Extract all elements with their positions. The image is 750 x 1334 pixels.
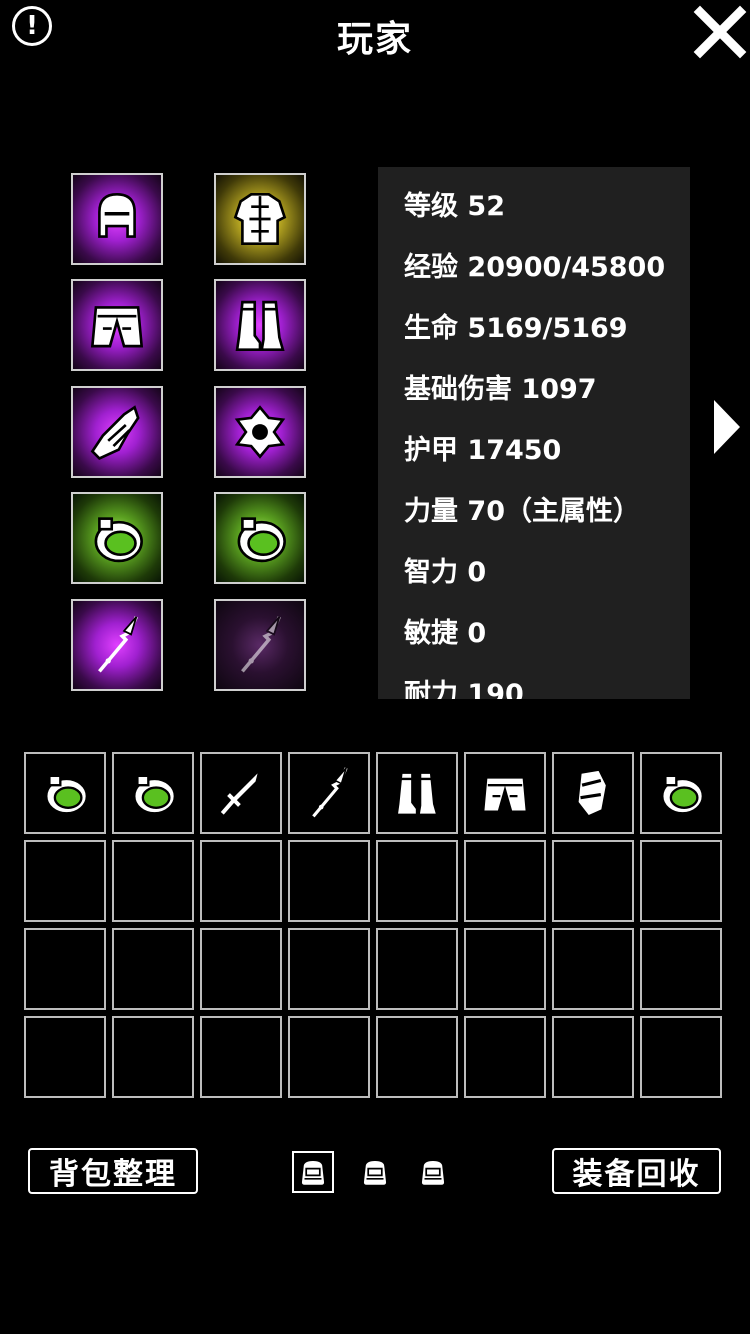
equip-slot-amulet[interactable] <box>214 386 306 478</box>
stats-panel: 等级 52 经验 20900/45800 生命 5169/5169 基础伤害 1… <box>378 167 690 699</box>
pants-icon <box>481 776 529 813</box>
bag-tab-1[interactable] <box>292 1151 334 1193</box>
backpack-icon <box>420 1159 446 1187</box>
ring-icon <box>661 774 705 815</box>
inventory-slot-empty[interactable] <box>200 928 282 1010</box>
page-title: 玩家 <box>336 19 413 60</box>
inventory-slot[interactable] <box>112 752 194 834</box>
inventory-slot[interactable] <box>200 752 282 834</box>
inventory-slot-empty[interactable] <box>200 840 282 922</box>
equip-slot-gloves[interactable] <box>71 386 163 478</box>
inventory-slot-empty[interactable] <box>200 1016 282 1098</box>
stat-base-damage: 基础伤害 1097 <box>404 374 597 405</box>
inventory-slot[interactable] <box>24 752 106 834</box>
equip-slot-boots[interactable] <box>214 279 306 371</box>
inventory-slot-empty[interactable] <box>552 840 634 922</box>
inventory-slot-empty[interactable] <box>640 840 722 922</box>
inventory-slot-empty[interactable] <box>376 840 458 922</box>
ring-icon <box>237 517 286 563</box>
stat-agility: 敏捷 0 <box>404 618 487 649</box>
inventory-slot-empty[interactable] <box>24 840 106 922</box>
inventory-grid <box>24 752 724 1102</box>
stat-level: 等级 52 <box>404 191 505 222</box>
next-page-button[interactable] <box>712 398 742 456</box>
inventory-slot[interactable] <box>464 752 546 834</box>
arrow-right-icon <box>714 400 740 454</box>
stat-armor: 护甲 17450 <box>404 435 562 466</box>
inventory-slot-empty[interactable] <box>640 928 722 1010</box>
stat-health: 生命 5169/5169 <box>404 313 628 344</box>
inventory-slot-empty[interactable] <box>464 840 546 922</box>
bag-tab-2[interactable] <box>354 1151 396 1193</box>
bag-tab-3[interactable] <box>412 1151 454 1193</box>
boots-icon <box>235 300 285 351</box>
gauntlet-icon <box>90 405 140 460</box>
sort-bag-button[interactable]: 背包整理 <box>28 1148 198 1194</box>
inventory-slot-empty[interactable] <box>376 928 458 1010</box>
chest-armor-icon <box>233 193 287 245</box>
backpack-icon <box>362 1159 388 1187</box>
stat-stamina: 耐力 190 <box>404 679 524 699</box>
equip-slot-ring-2[interactable] <box>214 492 306 584</box>
inventory-slot[interactable] <box>552 752 634 834</box>
stat-intelligence: 智力 0 <box>404 557 487 588</box>
inventory-slot-empty[interactable] <box>112 928 194 1010</box>
inventory-slot-empty[interactable] <box>288 840 370 922</box>
sword-icon <box>220 765 262 815</box>
inventory-slot-empty[interactable] <box>464 928 546 1010</box>
ring-icon <box>94 517 143 563</box>
inventory-slot-empty[interactable] <box>640 1016 722 1098</box>
close-button[interactable] <box>692 4 748 60</box>
inventory-slot-empty[interactable] <box>376 1016 458 1098</box>
helmet-icon <box>98 193 136 238</box>
inventory-slot-empty[interactable] <box>112 1016 194 1098</box>
spear-icon <box>241 616 281 673</box>
inventory-slot[interactable] <box>376 752 458 834</box>
equip-slot-chest[interactable] <box>214 173 306 265</box>
ring-icon <box>45 774 89 815</box>
inventory-slot-empty[interactable] <box>112 840 194 922</box>
equip-slot-pants[interactable] <box>71 279 163 371</box>
spear-icon <box>312 767 348 818</box>
spear-icon <box>98 616 138 673</box>
pants-icon <box>90 306 144 348</box>
ring-icon <box>133 774 177 815</box>
recycle-equipment-button[interactable]: 装备回收 <box>552 1148 721 1194</box>
inventory-slot-empty[interactable] <box>288 928 370 1010</box>
equip-slot-off-weapon[interactable] <box>214 599 306 691</box>
equip-slot-ring-1[interactable] <box>71 492 163 584</box>
amulet-icon <box>234 405 286 459</box>
close-icon <box>693 5 747 59</box>
equip-slot-main-weapon[interactable] <box>71 599 163 691</box>
stat-strength: 力量 70（主属性） <box>404 496 640 527</box>
equip-slot-helmet[interactable] <box>71 173 163 265</box>
inventory-slot-empty[interactable] <box>24 928 106 1010</box>
boots-icon <box>395 771 439 817</box>
inventory-slot-empty[interactable] <box>464 1016 546 1098</box>
inventory-slot[interactable] <box>288 752 370 834</box>
inventory-slot-empty[interactable] <box>552 1016 634 1098</box>
backpack-icon <box>300 1159 326 1187</box>
inventory-slot[interactable] <box>640 752 722 834</box>
inventory-slot-empty[interactable] <box>552 928 634 1010</box>
inventory-slot-empty[interactable] <box>288 1016 370 1098</box>
inventory-slot-empty[interactable] <box>24 1016 106 1098</box>
stat-experience: 经验 20900/45800 <box>404 252 666 283</box>
bracer-icon <box>576 768 609 818</box>
